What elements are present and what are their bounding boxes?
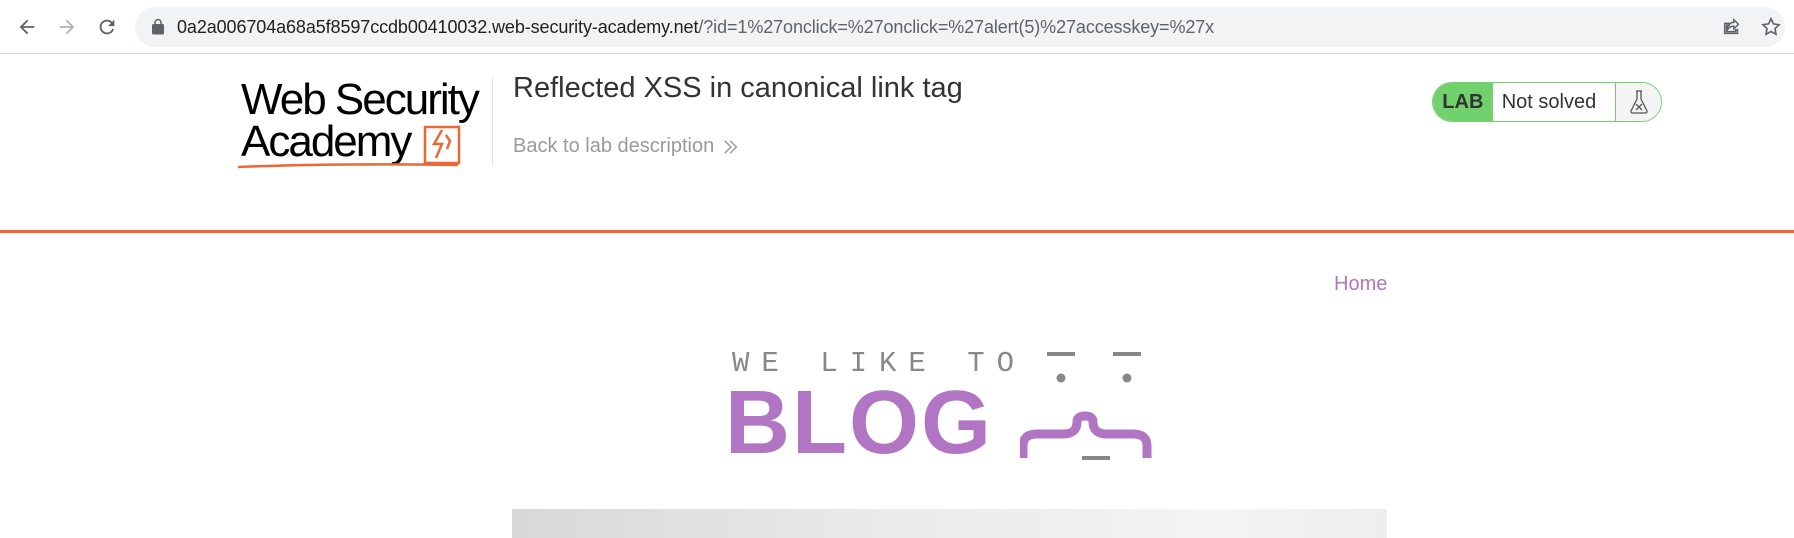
url-path: /?id=1%27onclick=%27onclick=%27alert(5)%… xyxy=(698,17,1215,37)
lock-icon[interactable] xyxy=(149,18,167,36)
reload-icon[interactable] xyxy=(94,14,120,40)
url-domain: 0a2a006704a68a5f8597ccdb00410032.web-sec… xyxy=(177,17,699,37)
lab-badge: LAB xyxy=(1433,83,1493,121)
lab-title: Reflected XSS in canonical link tag xyxy=(513,72,963,104)
blog-hero-image xyxy=(512,509,1387,538)
flask-icon xyxy=(1615,83,1661,121)
back-link-label: Back to lab description xyxy=(513,135,715,157)
double-chevron-right-icon xyxy=(724,139,738,154)
blog-logo-face-icon xyxy=(1020,352,1152,460)
url-text[interactable]: 0a2a006704a68a5f8597ccdb00410032.web-sec… xyxy=(177,17,1214,38)
logo-divider xyxy=(492,77,493,165)
share-icon[interactable] xyxy=(1721,16,1743,38)
back-to-lab-description-link[interactable]: Back to lab description xyxy=(513,135,740,158)
web-security-academy-logo[interactable]: Web Security Academy xyxy=(236,75,490,171)
svg-text:Academy: Academy xyxy=(241,117,412,166)
blog-logo-word: BLOG xyxy=(725,373,993,473)
nav-home-link[interactable]: Home xyxy=(1334,273,1387,296)
lab-status-text: Not solved xyxy=(1501,90,1597,113)
address-bar[interactable]: 0a2a006704a68a5f8597ccdb00410032.web-sec… xyxy=(135,7,1785,47)
back-arrow-icon[interactable] xyxy=(14,14,40,40)
lab-status-widget: LAB Not solved xyxy=(1432,82,1662,122)
forward-arrow-icon[interactable] xyxy=(54,14,80,40)
browser-toolbar: 0a2a006704a68a5f8597ccdb00410032.web-sec… xyxy=(0,0,1794,54)
lab-header: Web Security Academy Reflected XSS in ca… xyxy=(0,55,1794,233)
bookmark-star-icon[interactable] xyxy=(1760,16,1782,38)
